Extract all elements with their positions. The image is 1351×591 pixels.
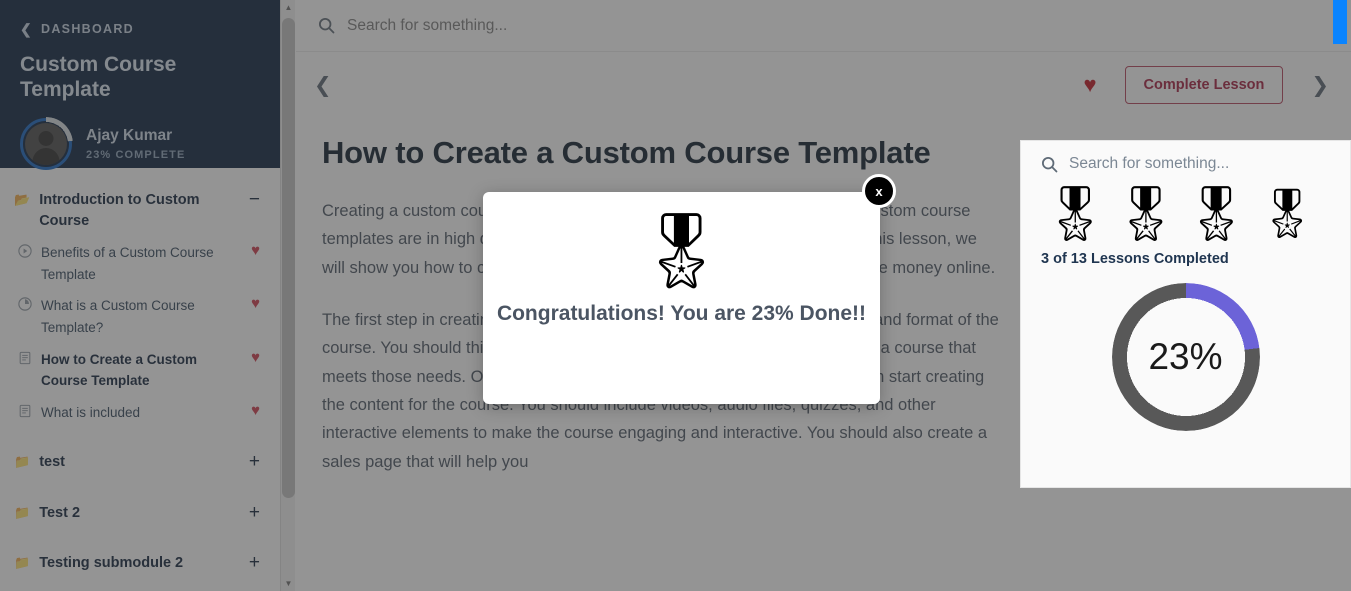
- progress-ring: 23%: [1111, 283, 1260, 431]
- panel-search-bar[interactable]: Search for something...: [1041, 155, 1330, 173]
- search-icon: [1041, 156, 1058, 172]
- congratulations-modal: x 🎖 Congratulations! You are 23% Done!!: [483, 174, 896, 404]
- medal-locked-3-icon: 🎖: [1256, 187, 1318, 241]
- lessons-completed-label: 3 of 13 Lessons Completed: [1041, 251, 1229, 267]
- medal-icon: 🎖: [634, 209, 729, 292]
- medal-row: 🎖 🎖 🎖 🎖: [1041, 187, 1330, 241]
- progress-panel: Search for something... 🎖 🎖 🎖 🎖 3 of 13 …: [1020, 140, 1351, 488]
- congratulations-message: Congratulations! You are 23% Done!!: [496, 302, 867, 325]
- medal-earned-blue-icon: 🎖: [1041, 184, 1110, 244]
- medal-locked-1-icon: 🎖: [1111, 184, 1181, 244]
- blue-edge-marker[interactable]: [1333, 0, 1347, 44]
- app-root: ❮ DASHBOARD Custom Course Template Ajay …: [0, 0, 1351, 591]
- panel-search-placeholder: Search for something...: [1069, 155, 1230, 172]
- close-icon[interactable]: x: [862, 174, 896, 208]
- medal-locked-2-icon: 🎖: [1182, 184, 1251, 244]
- progress-ring-percent: 23%: [1148, 336, 1223, 377]
